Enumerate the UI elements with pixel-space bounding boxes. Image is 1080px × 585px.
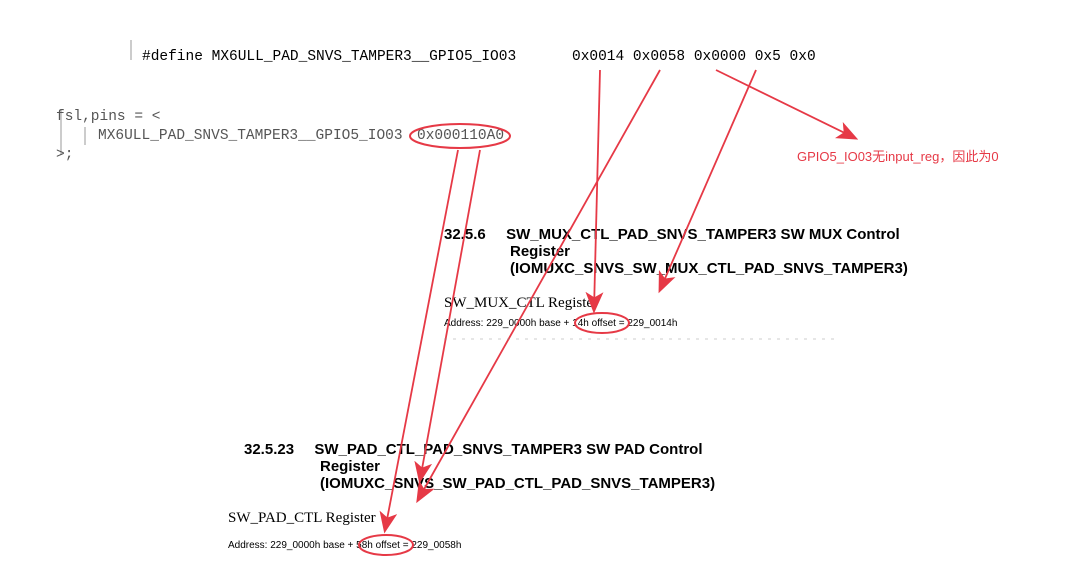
arrow-0x0000	[716, 70, 855, 138]
code-line1: fsl,pins = <	[56, 109, 160, 125]
doc2-title-l2: Register	[320, 458, 380, 475]
annotation-overlay	[0, 0, 1080, 585]
define-macro: #define MX6ULL_PAD_SNVS_TAMPER3__GPIO5_I…	[142, 49, 516, 65]
code-line2-prefix: MX6ULL_PAD_SNVS_TAMPER3__GPIO5_IO03	[98, 128, 403, 144]
doc2-title-l1: SW_PAD_CTL_PAD_SNVS_TAMPER3 SW PAD Contr…	[314, 441, 702, 458]
doc1-addr-offset: 14h offset	[572, 318, 616, 329]
annotation-text: GPIO5_IO03无input_reg，因此为0	[797, 149, 999, 164]
doc2-section: 32.5.23	[244, 441, 294, 458]
doc1-title-l1: SW_MUX_CTL_PAD_SNVS_TAMPER3 SW MUX Contr…	[506, 226, 900, 243]
doc2-title-l3: (IOMUXC_SNVS_SW_PAD_CTL_PAD_SNVS_TAMPER3…	[320, 475, 715, 492]
arrow-110a0-b	[420, 150, 480, 480]
doc1-section: 32.5.6	[444, 226, 486, 243]
code-line3: >;	[56, 147, 73, 163]
define-hex-values: 0x0014 0x0058 0x0000 0x5 0x0	[572, 49, 816, 65]
doc2-addr-offset: 58h offset	[356, 540, 400, 551]
doc-section-2: 32.5.23 SW_PAD_CTL_PAD_SNVS_TAMPER3 SW P…	[244, 441, 715, 492]
doc-section-1: 32.5.6 SW_MUX_CTL_PAD_SNVS_TAMPER3 SW MU…	[444, 226, 908, 277]
doc1-title-l3: (IOMUXC_SNVS_SW_MUX_CTL_PAD_SNVS_TAMPER3…	[510, 260, 908, 277]
doc2-addr-suffix: = 229_0058h	[403, 540, 462, 551]
doc1-title-l2: Register	[510, 243, 570, 260]
doc1-subtitle: SW_MUX_CTL Register	[444, 295, 598, 311]
doc2-subtitle: SW_PAD_CTL Register	[228, 510, 376, 526]
doc1-addr-prefix: Address: 229_0000h base +	[444, 318, 569, 329]
code-line2-value: 0x000110A0	[417, 128, 504, 144]
doc2-addr-prefix: Address: 229_0000h base +	[228, 540, 353, 551]
doc1-addr-suffix: = 229_0014h	[619, 318, 678, 329]
